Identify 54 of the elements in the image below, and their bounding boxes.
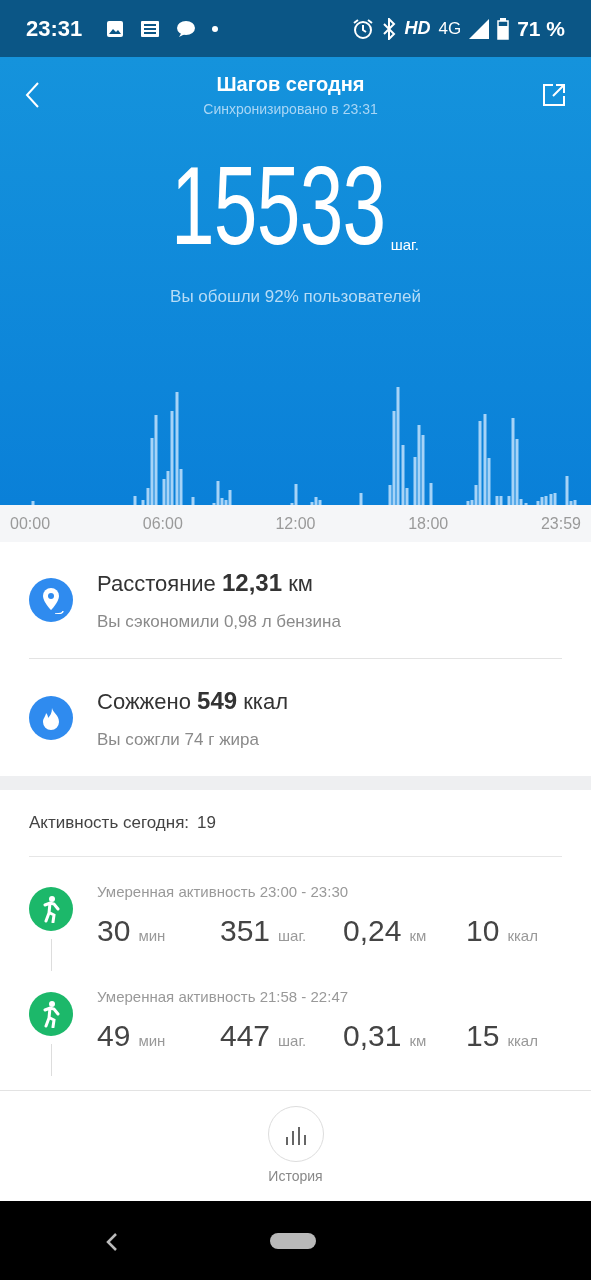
- axis-label: 06:00: [142, 513, 183, 534]
- calories-title: Сожжено 549 ккал: [97, 685, 288, 716]
- distance-note: Вы сэкономили 0,98 л бензина: [97, 611, 341, 634]
- metric-unit: мин: [138, 1030, 166, 1051]
- history-label: История: [268, 1166, 323, 1186]
- alarm-icon: [352, 17, 375, 40]
- metric-value: 10: [466, 912, 500, 949]
- metric-unit: шаг.: [278, 925, 307, 946]
- network-type: 4G: [438, 17, 462, 40]
- battery-icon: [497, 17, 510, 40]
- home-button[interactable]: [270, 1233, 316, 1249]
- axis-label: 23:59: [540, 513, 581, 534]
- metric-value: 0,24: [343, 912, 402, 949]
- comparison-text: Вы обошли 92% пользователей: [170, 287, 421, 306]
- metric-unit: км: [409, 925, 427, 946]
- share-button[interactable]: [541, 81, 567, 108]
- hd-indicator: HD: [404, 17, 431, 40]
- metric-unit: мин: [138, 925, 166, 946]
- back-button[interactable]: [24, 80, 40, 109]
- activity-title: Умеренная активность 21:58 - 22:47: [97, 987, 350, 1007]
- step-unit: шаг.: [390, 234, 419, 255]
- distance-title: Расстояние 12,31 км: [97, 568, 314, 599]
- metric-unit: км: [409, 1030, 427, 1051]
- message-icon: [176, 19, 197, 38]
- clock-time: 23:31: [26, 15, 83, 43]
- metric-value: 0,31: [343, 1017, 402, 1054]
- step-count: 15533: [171, 150, 386, 262]
- activity-count: 19: [197, 812, 216, 835]
- metric-value: 49: [97, 1017, 131, 1054]
- signal-icon: [469, 18, 490, 39]
- bluetooth-icon: [382, 17, 397, 40]
- dot-icon: [212, 25, 219, 32]
- activity-title: Умеренная активность 23:00 - 23:30: [97, 882, 350, 902]
- axis-label: 12:00: [275, 513, 316, 534]
- metric-value: 351: [220, 912, 271, 949]
- metric-value: 30: [97, 912, 131, 949]
- metric-unit: ккал: [507, 925, 538, 946]
- location-icon: [29, 578, 73, 622]
- walking-person-icon: [29, 992, 73, 1036]
- metric-value: 447: [220, 1017, 271, 1054]
- axis-label: 00:00: [10, 513, 51, 534]
- news-icon: [140, 19, 161, 38]
- metric-value: 15: [466, 1017, 500, 1054]
- screen-title: Шагов сегодня: [216, 72, 365, 97]
- metric-unit: ккал: [507, 1030, 538, 1051]
- axis-label: 18:00: [408, 513, 449, 534]
- metric-unit: шаг.: [278, 1030, 307, 1051]
- sync-status: Синхронизировано в 23:31: [203, 100, 378, 119]
- image-icon: [106, 19, 125, 38]
- flame-icon: [29, 695, 73, 740]
- walking-person-icon: [29, 887, 73, 931]
- calories-note: Вы сожгли 74 г жира: [97, 728, 260, 751]
- battery-percent: 71 %: [517, 15, 565, 42]
- activity-label: Активность сегодня:: [29, 812, 190, 835]
